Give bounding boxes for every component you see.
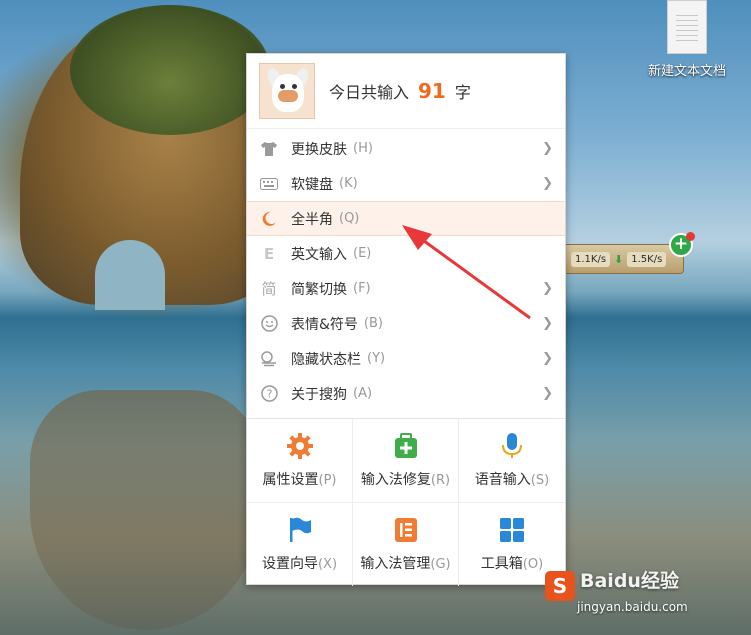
sogou-logo: S xyxy=(545,571,575,601)
annotation-arrow xyxy=(402,225,531,320)
baidu-watermark: Baidu经验 xyxy=(580,570,679,592)
baidu-watermark-url: jingyan.baidu.com xyxy=(577,600,688,614)
